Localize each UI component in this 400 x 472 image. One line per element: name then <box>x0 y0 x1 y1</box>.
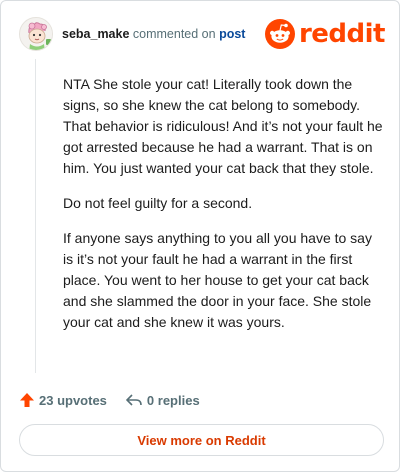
reply-button[interactable]: 0 replies <box>125 392 200 408</box>
user-avatar[interactable] <box>19 17 53 51</box>
upvote-count: 23 upvotes <box>39 392 107 408</box>
username-link[interactable]: seba_make <box>62 27 129 41</box>
comment-header: seba_make commented on post reddit <box>19 15 386 55</box>
comment-body: NTA She stole your cat! Literally took d… <box>63 74 385 347</box>
post-link[interactable]: post <box>219 27 245 41</box>
reddit-snoo-icon <box>264 19 295 49</box>
view-more-button[interactable]: View more on Reddit <box>19 424 384 456</box>
comment-paragraph: Do not feel guilty for a second. <box>63 195 253 211</box>
cartoon-avatar-icon <box>20 18 52 50</box>
reply-count: 0 replies <box>146 392 200 408</box>
upvote-arrow-icon <box>20 393 34 407</box>
reply-arrow-icon <box>126 394 142 406</box>
reddit-logo[interactable]: reddit <box>264 17 386 51</box>
comment-meta: seba_make commented on post <box>62 27 245 41</box>
comment-card: seba_make commented on post reddit NTA S… <box>0 0 400 472</box>
action-text: commented on <box>132 27 216 41</box>
reddit-wordmark: reddit <box>298 19 386 49</box>
upvote-button[interactable]: 23 upvotes <box>19 392 107 408</box>
comment-paragraph: NTA She stole your cat! Literally took d… <box>63 76 383 176</box>
comment-footer: 23 upvotes 0 replies <box>19 389 200 411</box>
comment-paragraph: If anyone says anything to you all you h… <box>63 230 372 330</box>
thread-line <box>35 59 36 373</box>
